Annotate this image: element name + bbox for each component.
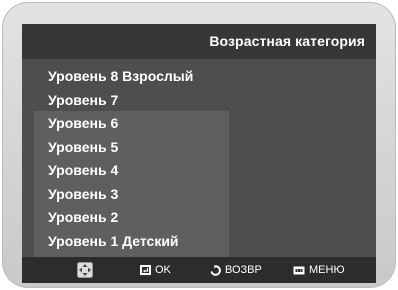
menu-item-level-4[interactable]: Уровень 4: [48, 159, 193, 183]
menu-header: Возрастная категория: [22, 24, 376, 59]
navigate-hint[interactable]: [77, 257, 97, 283]
return-label: ВОЗВР: [225, 264, 262, 276]
ok-label: OK: [155, 264, 171, 276]
menu-item-level-6[interactable]: Уровень 6: [48, 112, 193, 136]
ok-hint[interactable]: OK: [140, 257, 171, 283]
menu-hint[interactable]: МЕНЮ: [293, 257, 345, 283]
menu-item-level-3[interactable]: Уровень 3: [48, 183, 193, 207]
button-legend: OK ВОЗВР МЕНЮ: [22, 257, 376, 283]
menu-item-level-8[interactable]: Уровень 8 Взрослый: [48, 65, 193, 89]
menu-item-level-7[interactable]: Уровень 7: [48, 89, 193, 113]
menu-title: Возрастная категория: [209, 33, 365, 49]
osd-screen: Возрастная категория Уровень 8 Взрослый …: [22, 24, 376, 265]
menu-label: МЕНЮ: [309, 264, 345, 276]
menu-key-icon: [293, 266, 305, 274]
menu-item-level-1[interactable]: Уровень 1 Детский: [48, 230, 193, 254]
return-hint[interactable]: ВОЗВР: [210, 257, 262, 283]
rating-level-list: Уровень 8 Взрослый Уровень 7 Уровень 6 У…: [48, 65, 193, 253]
return-arrow-icon: [210, 264, 221, 276]
menu-item-level-5[interactable]: Уровень 5: [48, 136, 193, 160]
menu-item-level-2[interactable]: Уровень 2: [48, 206, 193, 230]
enter-key-icon: [140, 265, 151, 275]
dpad-arrows-icon: [77, 262, 93, 278]
